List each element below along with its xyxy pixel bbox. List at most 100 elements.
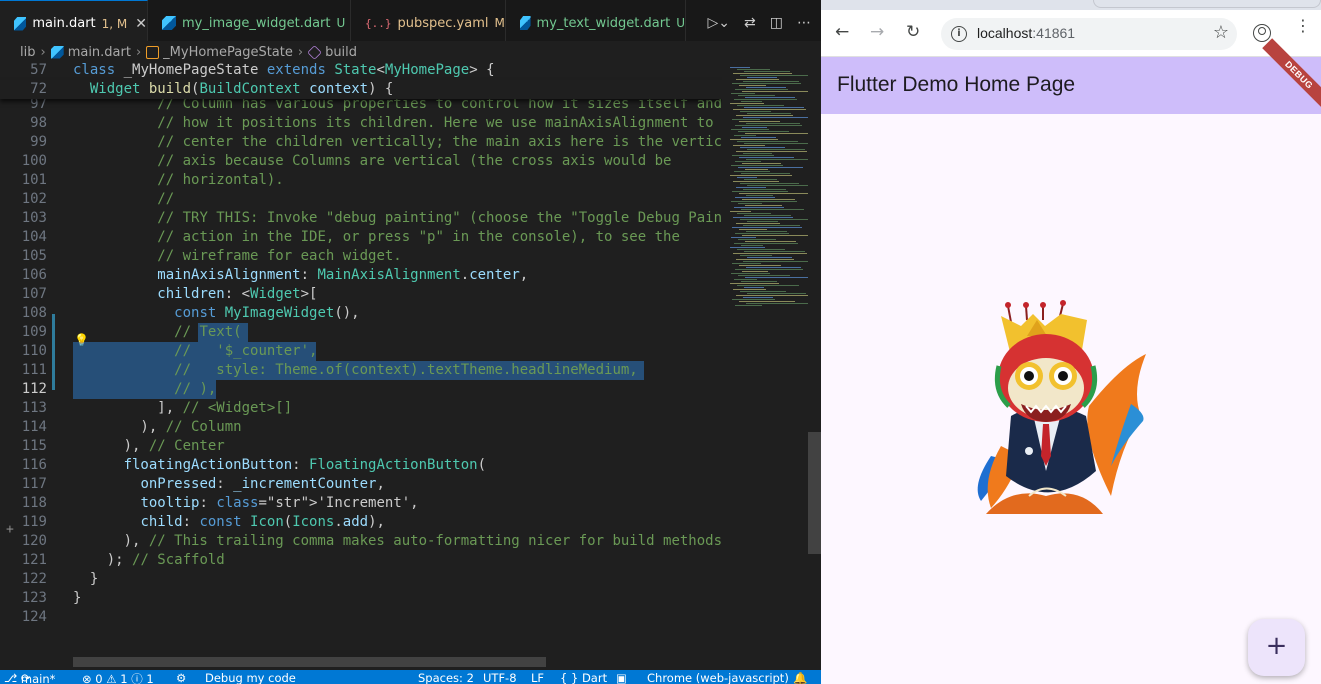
line-number: 118 xyxy=(21,495,47,511)
vertical-scrollbar-track[interactable] xyxy=(808,63,821,657)
dart-icon xyxy=(520,16,531,30)
minimap-line xyxy=(736,115,793,116)
code-line[interactable]: 112 // ), xyxy=(0,380,722,399)
tab-label: my_text_widget.dart xyxy=(536,15,671,31)
code-line[interactable]: 114 ), // Column xyxy=(0,418,722,437)
code-line[interactable]: 103 // TRY THIS: Invoke "debug painting"… xyxy=(0,209,722,228)
code-line[interactable]: 108 const MyImageWidget(), xyxy=(0,304,722,323)
profile-icon[interactable] xyxy=(1253,24,1271,42)
code-line[interactable]: 57 class _MyHomePageState extends State<M… xyxy=(0,63,722,80)
minimap-line xyxy=(735,305,762,306)
device-status[interactable]: Chrome (web-javascript) xyxy=(647,671,789,684)
code-line[interactable]: 107 children: <Widget>[ xyxy=(0,285,722,304)
code-line[interactable]: 116 floatingActionButton: FloatingAction… xyxy=(0,456,722,475)
code-line[interactable]: 99 // center the children vertically; th… xyxy=(0,133,722,152)
code-line[interactable]: 111 // style: Theme.of(context).textThem… xyxy=(0,361,722,380)
code-text: // ), xyxy=(174,381,217,397)
minimap-line xyxy=(741,209,804,210)
minimap-line xyxy=(732,263,761,264)
address-bar[interactable]: i localhost:41861 ☆ xyxy=(941,18,1237,50)
language-status[interactable]: { } Dart xyxy=(560,671,607,684)
line-number: 98 xyxy=(30,115,47,131)
code-line[interactable]: 122 } xyxy=(0,570,722,589)
code-text: children: <Widget>[ xyxy=(157,286,318,302)
code-line[interactable]: 113 ], // <Widget>[] xyxy=(0,399,722,418)
breadcrumb-method[interactable]: build xyxy=(325,45,357,60)
minimap-line xyxy=(743,261,814,262)
browser-tab[interactable] xyxy=(1093,0,1321,8)
minimap-line xyxy=(734,279,757,280)
code-line[interactable]: 110 // '$_counter', xyxy=(0,342,722,361)
debug-config-status[interactable]: Debug my code xyxy=(205,671,296,684)
vertical-scrollbar-thumb[interactable] xyxy=(808,432,821,554)
increment-fab[interactable]: + xyxy=(1248,619,1305,676)
code-line[interactable]: 120 ), // This trailing comma makes auto… xyxy=(0,532,722,551)
forward-arrow-icon[interactable]: → xyxy=(870,22,884,42)
bookmark-star-icon[interactable]: ☆ xyxy=(1213,22,1229,43)
line-number: 119 xyxy=(21,514,47,530)
tab-status: M xyxy=(494,16,505,30)
code-line[interactable]: 101 // horizontal). xyxy=(0,171,722,190)
tab-main-dart[interactable]: main.dart 1, M ✕ xyxy=(0,0,148,46)
lightbulb-icon[interactable]: 💡 xyxy=(74,333,89,347)
run-debug-icon[interactable]: ▷⌄ xyxy=(708,15,731,31)
code-line[interactable]: 119 child: const Icon(Icons.add), xyxy=(0,513,722,532)
code-text: // how it positions its children. Here w… xyxy=(157,115,714,131)
minimap-line xyxy=(744,287,764,288)
more-actions-icon[interactable]: ⋯ xyxy=(797,15,811,31)
notifications-bell-icon[interactable]: 🔔 xyxy=(793,671,807,684)
minimap-line xyxy=(734,171,770,172)
tab-my-image-widget[interactable]: my_image_widget.dart U xyxy=(148,0,351,46)
code-line[interactable]: 104 // action in the IDE, or press "p" i… xyxy=(0,228,722,247)
code-line[interactable]: 109 // Text( xyxy=(0,323,722,342)
indentation-status[interactable]: Spaces: 2 xyxy=(418,671,474,684)
line-number: 123 xyxy=(21,590,47,606)
code-line[interactable]: 121 ); // Scaffold xyxy=(0,551,722,570)
tab-label: main.dart xyxy=(32,16,96,31)
code-line[interactable]: 72 Widget build(BuildContext context) { xyxy=(0,80,722,99)
tab-pubspec-yaml[interactable]: {..} pubspec.yaml M xyxy=(351,0,506,46)
code-line[interactable]: 98 // how it positions its children. Her… xyxy=(0,114,722,133)
eol-status[interactable]: LF xyxy=(531,671,544,684)
close-icon[interactable]: ✕ xyxy=(135,16,147,32)
code-line[interactable]: 123} xyxy=(0,589,722,608)
minimap-line xyxy=(730,247,765,248)
code-line[interactable]: 100 // axis because Columns are vertical… xyxy=(0,152,722,171)
minimap[interactable] xyxy=(722,63,819,657)
code-text: ], // <Widget>[] xyxy=(73,400,293,416)
breadcrumb-file[interactable]: main.dart xyxy=(68,45,131,60)
url-text[interactable]: localhost:41861 xyxy=(977,25,1075,41)
minimap-line xyxy=(744,251,805,252)
breadcrumb-class[interactable]: _MyHomePageState xyxy=(163,45,293,60)
minimap-line xyxy=(745,169,768,170)
compare-changes-icon[interactable]: ⇄ xyxy=(744,15,756,31)
code-text: // action in the IDE, or press "p" in th… xyxy=(157,229,680,245)
minimap-line xyxy=(740,75,812,76)
site-info-icon[interactable]: i xyxy=(951,26,967,42)
code-line[interactable]: 115 ), // Center xyxy=(0,437,722,456)
code-line[interactable]: 106 mainAxisAlignment: MainAxisAlignment… xyxy=(0,266,722,285)
reload-icon[interactable]: ↻ xyxy=(906,22,920,42)
line-number: 120 xyxy=(21,533,47,549)
chevron-right-icon: › xyxy=(40,44,46,60)
tab-label: my_image_widget.dart xyxy=(182,15,331,31)
git-branch-status[interactable]: ⎇ main* ⟳ xyxy=(4,671,55,684)
code-line[interactable]: 102 // xyxy=(0,190,722,209)
code-line[interactable]: 124 xyxy=(0,608,722,627)
minimap-line xyxy=(743,117,813,118)
kebab-menu-icon[interactable]: ⋮ xyxy=(1295,18,1311,34)
minimap-line xyxy=(733,145,765,146)
encoding-status[interactable]: UTF-8 xyxy=(483,671,517,684)
minimap-line xyxy=(741,281,777,282)
code-text: // wireframe for each widget. xyxy=(157,248,402,264)
breadcrumb-lib[interactable]: lib xyxy=(20,45,35,60)
code-line[interactable]: 117 onPressed: _incrementCounter, xyxy=(0,475,722,494)
code-editor[interactable]: 💡 + 57 class _MyHomePageState extends Sta… xyxy=(0,63,722,657)
split-editor-icon[interactable]: ◫ xyxy=(770,15,783,31)
back-arrow-icon[interactable]: ← xyxy=(835,22,849,42)
code-line[interactable]: 118 tooltip: class="str">'Increment', xyxy=(0,494,722,513)
horizontal-scrollbar-thumb[interactable] xyxy=(73,657,546,667)
tab-my-text-widget[interactable]: my_text_widget.dart U xyxy=(506,0,686,46)
code-line[interactable]: 105 // wireframe for each widget. xyxy=(0,247,722,266)
problems-status[interactable]: ⊗ 0 ⚠ 1 ⓘ 1 xyxy=(82,671,154,684)
